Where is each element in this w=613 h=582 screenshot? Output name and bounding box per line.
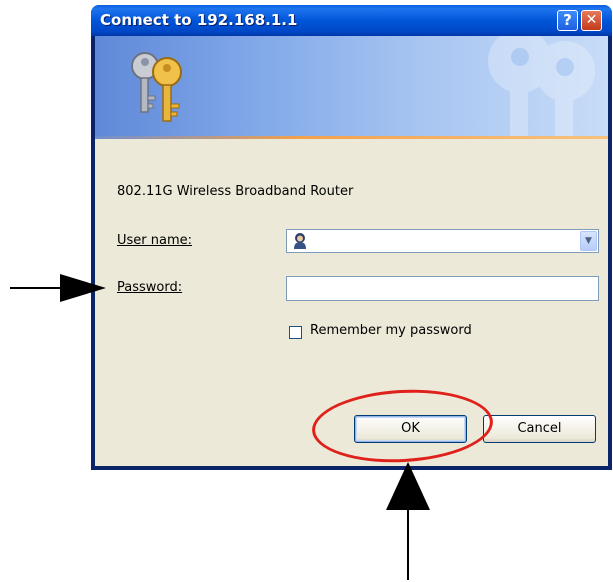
remember-label[interactable]: Remember my password (310, 323, 472, 338)
password-field[interactable] (286, 276, 599, 301)
cancel-button[interactable]: Cancel (483, 415, 596, 443)
user-icon (294, 233, 306, 249)
help-button[interactable]: ? (557, 10, 578, 31)
keys-icon (131, 52, 182, 122)
close-button[interactable]: ✕ (581, 10, 602, 31)
banner (95, 36, 608, 136)
username-label: User name: (117, 233, 192, 248)
arrow-to-password-icon (10, 274, 106, 302)
password-label: Password: (117, 280, 182, 295)
dialog-title: Connect to 192.168.1.1 (100, 11, 298, 29)
password-label-text: Password: (117, 280, 183, 295)
username-field[interactable]: ▼ (286, 229, 599, 253)
username-label-text: User name: (117, 233, 193, 248)
keys-watermark-icon (488, 36, 595, 136)
remember-checkbox[interactable] (289, 326, 302, 339)
arrow-to-ok-icon (386, 462, 430, 580)
device-label: 802.11G Wireless Broadband Router (117, 184, 354, 199)
chevron-down-icon[interactable]: ▼ (580, 231, 597, 251)
title-bar[interactable]: Connect to 192.168.1.1 ? ✕ (91, 5, 612, 36)
banner-divider (95, 136, 608, 139)
